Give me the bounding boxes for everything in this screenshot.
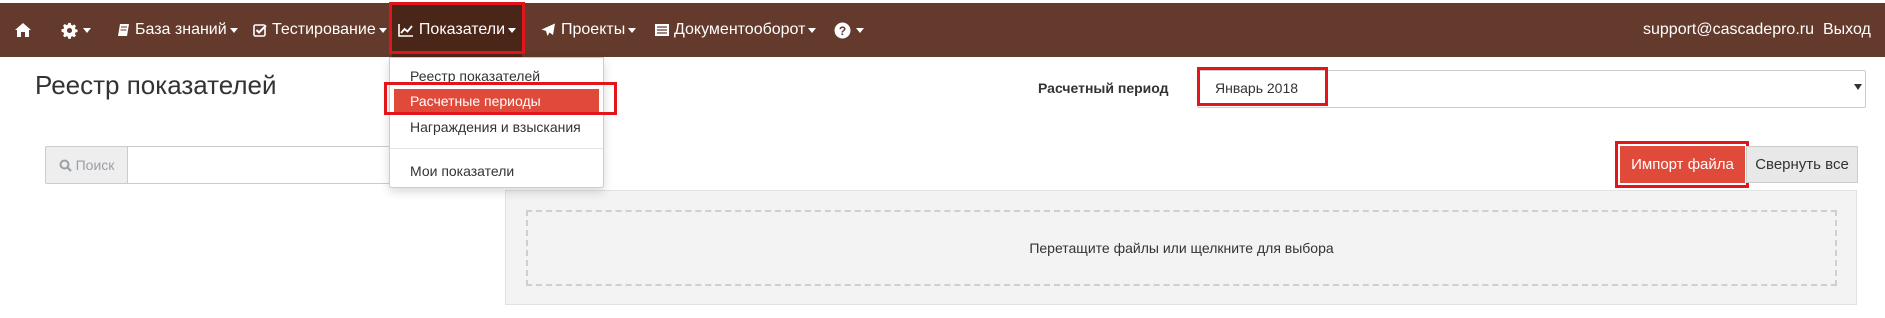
user-email-link[interactable]: support@cascadepro.ru xyxy=(1643,3,1814,57)
home-icon xyxy=(14,22,32,38)
chevron-down-icon xyxy=(229,27,238,33)
nav-home[interactable] xyxy=(14,3,37,57)
nav-projects[interactable]: Проекты xyxy=(541,3,637,57)
logout-link[interactable]: Выход xyxy=(1823,3,1871,57)
check-square-icon xyxy=(253,23,267,37)
menu-divider xyxy=(390,148,603,149)
dropzone-text: Перетащите файлы или щелкните для выбора xyxy=(1029,240,1334,256)
menu-item-my-indicators[interactable]: Мои показатели xyxy=(390,159,603,183)
nav-item-label: Показатели xyxy=(418,21,506,38)
chevron-down-icon xyxy=(378,27,387,33)
menu-item-label: Реестр показателей xyxy=(410,68,541,84)
page-title: Реестр показателей xyxy=(35,70,277,100)
chevron-down-icon xyxy=(508,27,517,33)
nav-knowledge-base[interactable]: База знаний xyxy=(117,3,238,57)
chevron-down-icon xyxy=(808,27,817,33)
period-selected-value: Январь 2018 xyxy=(1215,80,1299,96)
nav-settings[interactable] xyxy=(61,3,91,57)
nav-item-label: Документооборот xyxy=(674,21,806,38)
import-file-button[interactable]: Импорт файла xyxy=(1620,146,1745,183)
question-circle-icon: ? xyxy=(834,22,851,39)
chevron-down-icon xyxy=(856,27,864,33)
nav-indicators[interactable]: Показатели xyxy=(392,3,522,57)
top-navbar: База знаний Тестирование Показатели Прое… xyxy=(0,0,1885,57)
nav-testing[interactable]: Тестирование xyxy=(253,3,387,57)
indicators-dropdown-menu: Реестр показателей Расчетные периоды Наг… xyxy=(389,57,604,188)
select-arrow-icon xyxy=(1854,84,1862,90)
collapse-all-button[interactable]: Свернуть все xyxy=(1746,146,1858,183)
menu-item-indicators-registry[interactable]: Реестр показателей xyxy=(390,64,603,88)
menu-item-rewards-penalties[interactable]: Награждения и взыскания xyxy=(390,115,603,139)
logout-label: Выход xyxy=(1823,21,1871,38)
file-dropzone[interactable]: Перетащите файлы или щелкните для выбора xyxy=(526,210,1837,286)
chevron-down-icon xyxy=(83,27,91,33)
menu-item-calc-periods[interactable]: Расчетные периоды xyxy=(394,89,599,113)
nav-documents[interactable]: Документооборот xyxy=(655,3,817,57)
menu-item-label: Награждения и взыскания xyxy=(410,119,581,135)
list-icon xyxy=(655,24,669,36)
paper-plane-icon xyxy=(541,23,556,37)
nav-item-label: Тестирование xyxy=(272,21,376,38)
svg-text:?: ? xyxy=(839,24,846,38)
search-addon: Поиск xyxy=(45,146,128,184)
search-icon xyxy=(59,159,72,172)
period-label: Расчетный период xyxy=(1038,80,1169,96)
user-email: support@cascadepro.ru xyxy=(1643,21,1814,38)
menu-item-label: Расчетные периоды xyxy=(410,93,541,109)
book-icon xyxy=(117,23,130,37)
nav-help[interactable]: ? xyxy=(834,3,864,57)
search-addon-label: Поиск xyxy=(75,157,115,173)
line-chart-icon xyxy=(398,23,414,37)
nav-item-label: Проекты xyxy=(561,21,626,38)
nav-item-label: База знаний xyxy=(135,21,227,38)
chevron-down-icon xyxy=(628,27,637,33)
gear-icon xyxy=(61,22,78,39)
menu-item-label: Мои показатели xyxy=(410,163,515,179)
